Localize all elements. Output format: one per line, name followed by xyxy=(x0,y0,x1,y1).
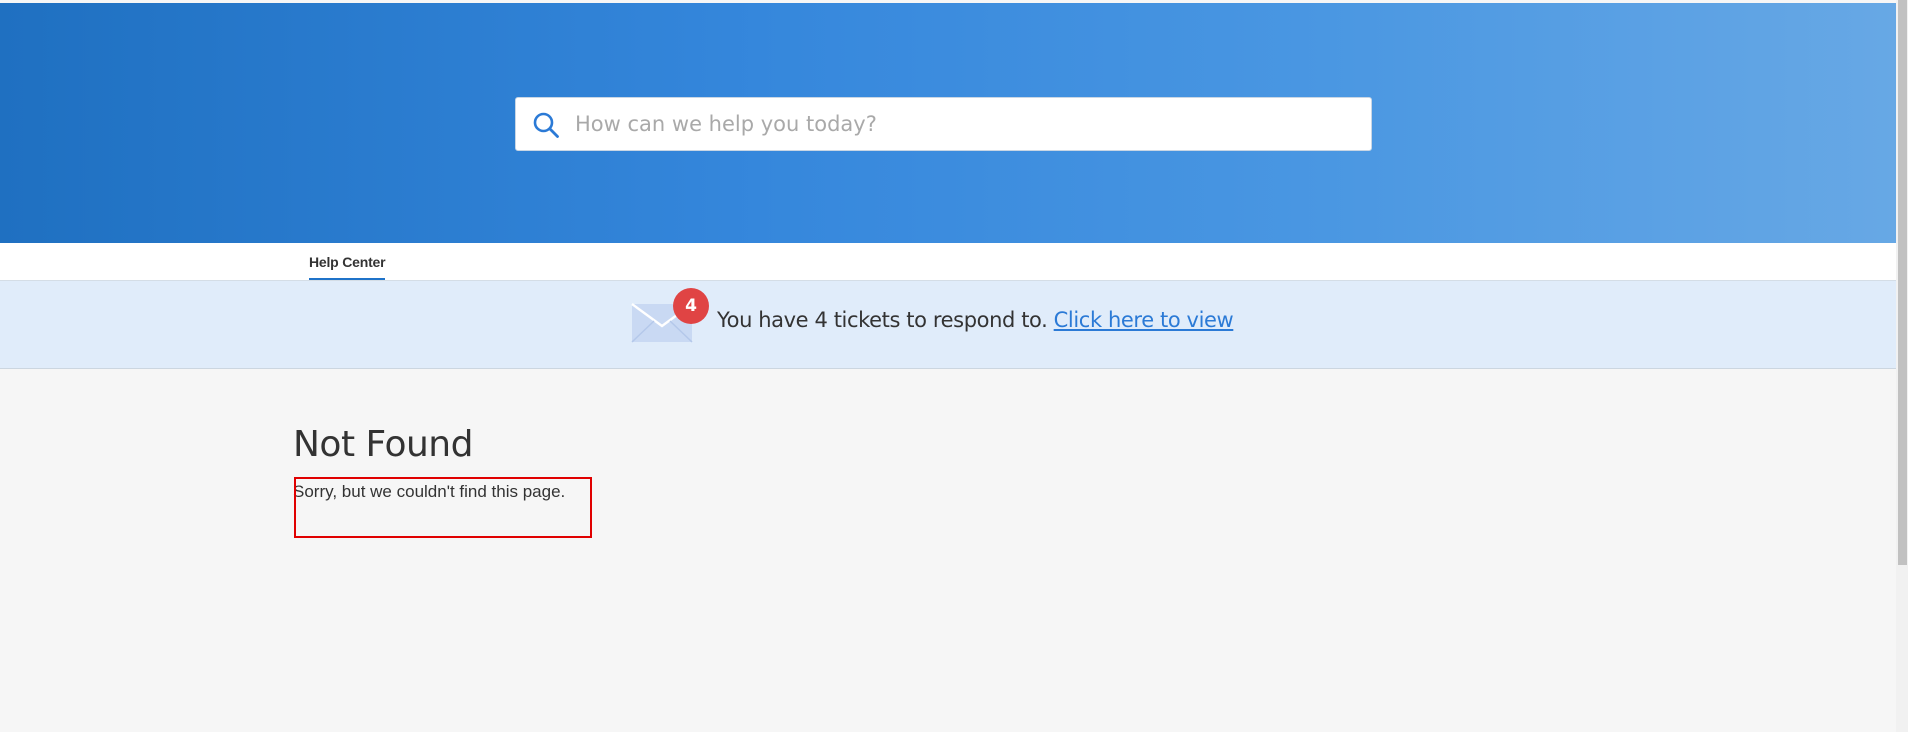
nav-bar: Help Center xyxy=(0,243,1896,281)
hero-banner xyxy=(0,3,1896,243)
page-title: Not Found xyxy=(293,424,473,465)
highlight-box xyxy=(294,477,592,538)
notification-badge: 4 xyxy=(673,288,709,324)
search-box[interactable] xyxy=(515,97,1372,151)
view-tickets-link[interactable]: Click here to view xyxy=(1054,308,1234,332)
scrollbar-thumb[interactable] xyxy=(1898,0,1907,565)
scrollbar[interactable] xyxy=(1896,0,1908,732)
search-icon xyxy=(533,112,559,138)
tab-help-center[interactable]: Help Center xyxy=(309,254,386,280)
search-input[interactable] xyxy=(575,98,1355,150)
notification-text: You have 4 tickets to respond to. Click … xyxy=(717,308,1234,332)
notification-message: You have 4 tickets to respond to. xyxy=(717,308,1048,332)
